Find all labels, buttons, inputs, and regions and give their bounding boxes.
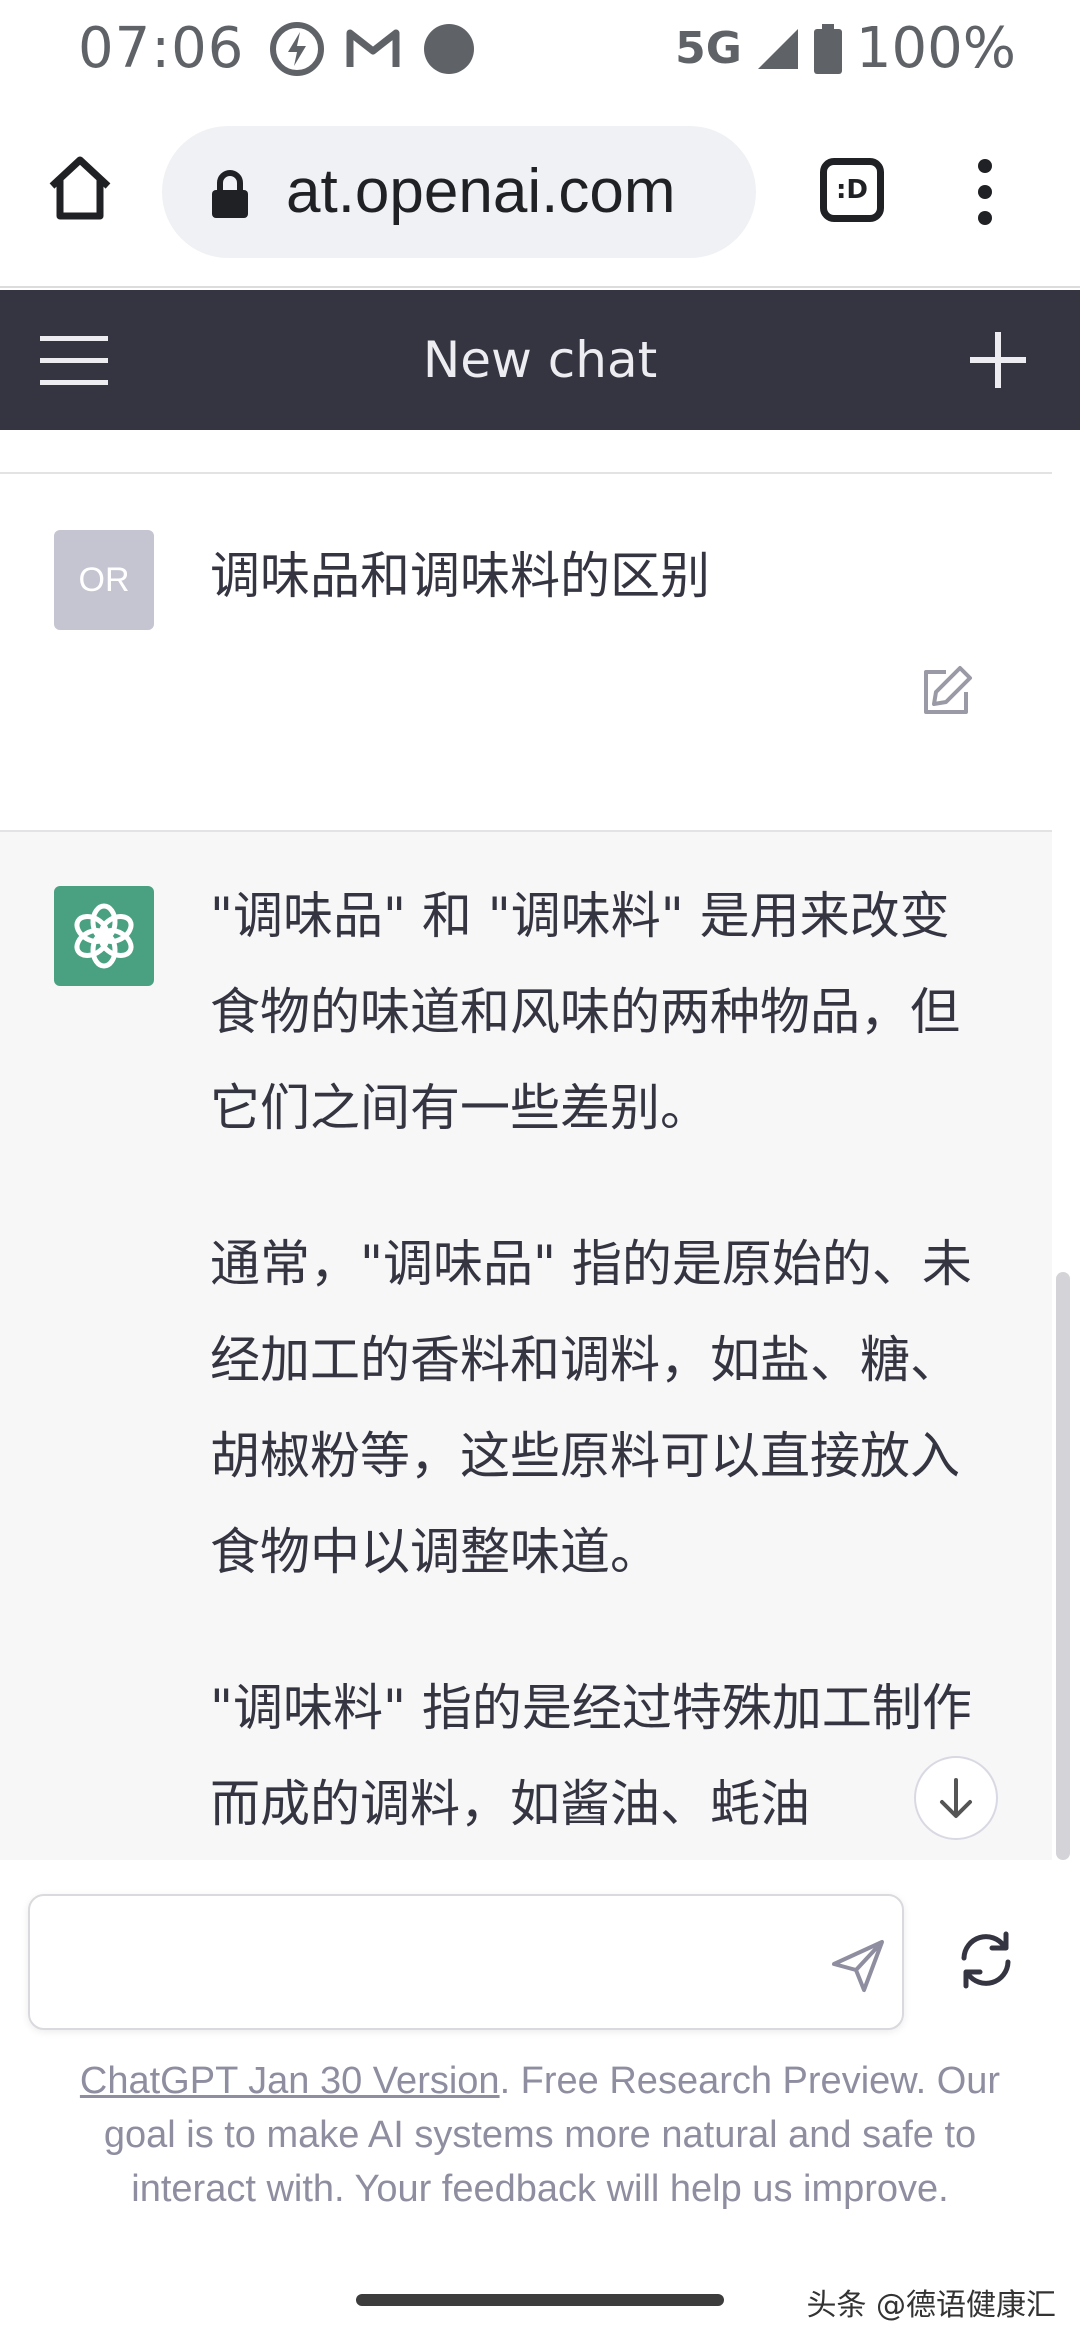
watermark: 头条 @德语健康汇: [806, 2288, 1056, 2323]
url-text[interactable]: at.openai.com: [286, 156, 675, 227]
message-input-box[interactable]: [28, 1894, 904, 2030]
plus-icon[interactable]: [968, 330, 1028, 390]
composer-area: ChatGPT Jan 30 Version. Free Research Pr…: [0, 1860, 1080, 2260]
system-nav-bar: 头条 @德语健康汇: [0, 2260, 1080, 2340]
user-message: OR 调味品和调味料的区别: [0, 474, 1052, 832]
home-icon[interactable]: [44, 152, 116, 224]
user-avatar: OR: [54, 530, 154, 630]
lock-icon: [212, 170, 248, 218]
gesture-handle[interactable]: [356, 2294, 724, 2306]
battery-percent: 100%: [855, 16, 1016, 81]
status-right-group: 5G 100%: [675, 16, 1016, 81]
assistant-paragraph: "调味品" 和 "调味料" 是用来改变食物的味道和风味的两种物品，但它们之间有一…: [210, 887, 960, 1137]
battery-icon: [813, 23, 842, 74]
scrollbar-thumb[interactable]: [1056, 1272, 1070, 1860]
assistant-message-text: "调味品" 和 "调味料" 是用来改变食物的味道和风味的两种物品，但它们之间有一…: [210, 868, 990, 1860]
status-time: 07:06: [78, 16, 245, 81]
chat-title: New chat: [422, 331, 658, 389]
browser-toolbar: at.openai.com :D: [0, 100, 1080, 288]
assistant-message: "调味品" 和 "调味料" 是用来改变食物的味道和风味的两种物品，但它们之间有一…: [0, 832, 1052, 1860]
overflow-menu-icon[interactable]: [970, 156, 1000, 228]
address-bar[interactable]: at.openai.com: [162, 126, 756, 258]
regenerate-icon[interactable]: [954, 1928, 1018, 1992]
arrow-down-icon: [940, 1778, 972, 1818]
scroll-to-bottom-button[interactable]: [914, 1756, 998, 1840]
status-bar: 07:06 5G 100%: [0, 0, 1080, 100]
assistant-paragraph: 通常，"调味品" 指的是原始的、未经加工的香料和调料，如盐、糖、胡椒粉等，这些原…: [210, 1235, 972, 1581]
assistant-paragraph: "调味料" 指的是经过特殊加工制作而成的调料，如酱油、蚝油: [210, 1679, 972, 1833]
gmail-icon: [346, 29, 400, 67]
edit-icon[interactable]: [918, 664, 974, 720]
send-icon[interactable]: [830, 1938, 886, 1994]
flash-circle-icon: [270, 22, 324, 76]
user-message-text: 调味品和调味料的区别: [210, 547, 710, 605]
version-link[interactable]: ChatGPT Jan 30 Version: [80, 2060, 500, 2102]
footer-disclaimer: ChatGPT Jan 30 Version. Free Research Pr…: [40, 2054, 1040, 2216]
tabs-icon: :D: [836, 175, 868, 205]
network-type: 5G: [675, 23, 742, 74]
openai-logo-icon: [74, 903, 134, 969]
assistant-avatar: [54, 886, 154, 986]
conversation-area: OR 调味品和调味料的区别 "调味品" 和 "调味料" 是用来改变食物的味道和风…: [0, 430, 1080, 1860]
status-notification-icons: [270, 22, 476, 76]
dot-icon: [424, 24, 474, 74]
user-avatar-initials: OR: [78, 560, 130, 599]
chat-header: New chat: [0, 290, 1080, 430]
tabs-button[interactable]: :D: [820, 158, 884, 222]
message-input[interactable]: [54, 1916, 794, 2012]
signal-icon: [757, 28, 798, 69]
hamburger-icon[interactable]: [40, 334, 108, 386]
